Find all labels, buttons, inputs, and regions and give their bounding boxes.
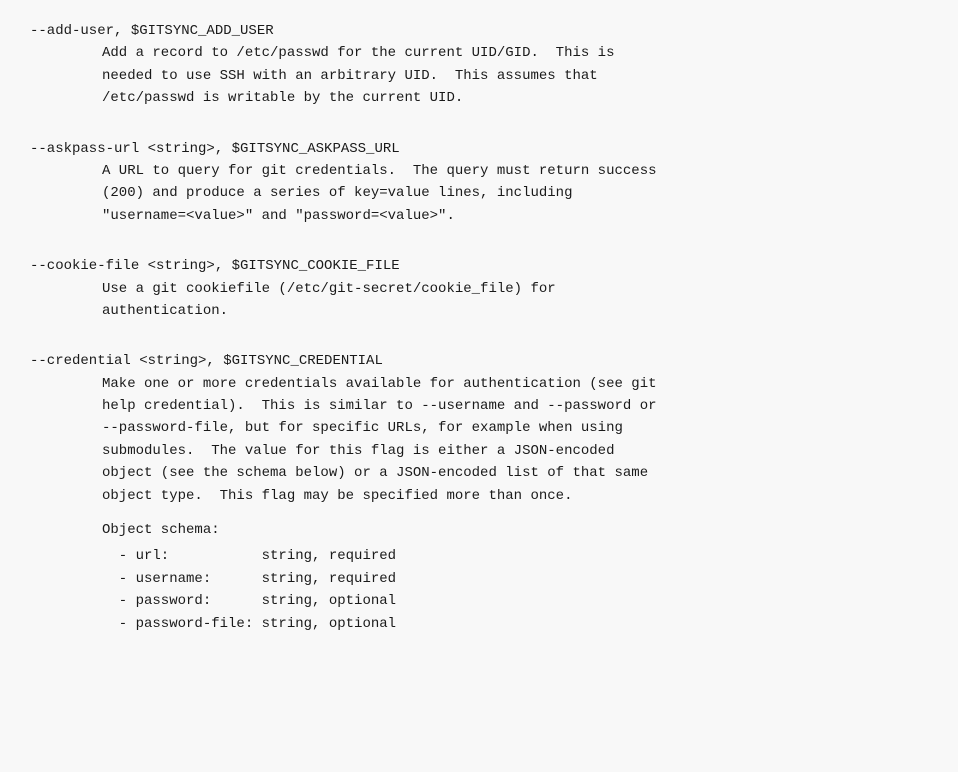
description-line: Use a git cookiefile (/etc/git-secret/co…: [102, 278, 928, 300]
description-line: object (see the schema below) or a JSON-…: [102, 462, 928, 484]
doc-container: --add-user, $GITSYNC_ADD_USERAdd a recor…: [30, 20, 928, 635]
schema-item: - username: string, required: [102, 568, 928, 590]
flag-entry-credential: --credential <string>, $GITSYNC_CREDENTI…: [30, 350, 928, 635]
flag-entry-askpass-url: --askpass-url <string>, $GITSYNC_ASKPASS…: [30, 138, 928, 228]
description-line: submodules. The value for this flag is e…: [102, 440, 928, 462]
flag-description-askpass-url: A URL to query for git credentials. The …: [30, 160, 928, 227]
description-line: Add a record to /etc/passwd for the curr…: [102, 42, 928, 64]
description-line: /etc/passwd is writable by the current U…: [102, 87, 928, 109]
flag-entry-add-user: --add-user, $GITSYNC_ADD_USERAdd a recor…: [30, 20, 928, 110]
description-line: needed to use SSH with an arbitrary UID.…: [102, 65, 928, 87]
description-line: object type. This flag may be specified …: [102, 485, 928, 507]
flag-header-credential: --credential <string>, $GITSYNC_CREDENTI…: [30, 350, 928, 372]
description-line: "username=<value>" and "password=<value>…: [102, 205, 928, 227]
description-line: help credential). This is similar to --u…: [102, 395, 928, 417]
flag-header-askpass-url: --askpass-url <string>, $GITSYNC_ASKPASS…: [30, 138, 928, 160]
flag-entry-cookie-file: --cookie-file <string>, $GITSYNC_COOKIE_…: [30, 255, 928, 322]
description-line: Make one or more credentials available f…: [102, 373, 928, 395]
description-line: A URL to query for git credentials. The …: [102, 160, 928, 182]
flag-header-add-user: --add-user, $GITSYNC_ADD_USER: [30, 20, 928, 42]
description-line: --password-file, but for specific URLs, …: [102, 417, 928, 439]
schema-item: - password: string, optional: [102, 590, 928, 612]
flag-description-credential: Make one or more credentials available f…: [30, 373, 928, 507]
flag-description-cookie-file: Use a git cookiefile (/etc/git-secret/co…: [30, 278, 928, 323]
description-line: (200) and produce a series of key=value …: [102, 182, 928, 204]
schema-block-credential: Object schema: - url: string, required -…: [30, 519, 928, 635]
description-line: authentication.: [102, 300, 928, 322]
schema-item: - url: string, required: [102, 545, 928, 567]
schema-title: Object schema:: [102, 519, 928, 541]
flag-description-add-user: Add a record to /etc/passwd for the curr…: [30, 42, 928, 109]
schema-item: - password-file: string, optional: [102, 613, 928, 635]
flag-header-cookie-file: --cookie-file <string>, $GITSYNC_COOKIE_…: [30, 255, 928, 277]
